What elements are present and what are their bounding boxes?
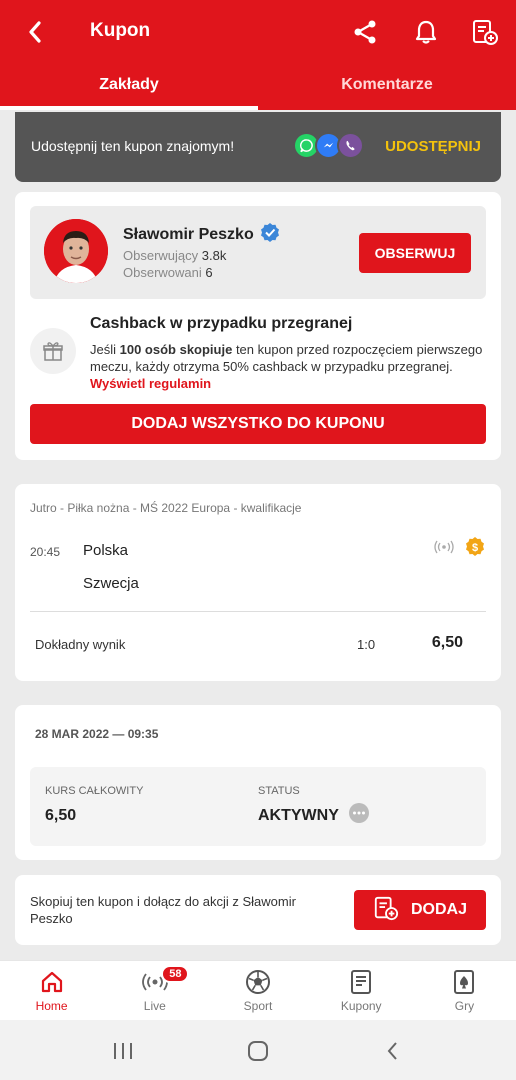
following-value: 6 — [205, 265, 213, 280]
tab-comments[interactable]: Komentarze — [258, 62, 516, 110]
status-label: STATUS — [258, 785, 300, 797]
cashback-text: Jeśli 100 osób skopiuje ten kupon przed … — [90, 341, 490, 392]
bonus-coin-icon: $ — [464, 536, 486, 563]
svg-text:$: $ — [472, 542, 478, 554]
event-header: Jutro - Piłka nożna - MŚ 2022 Europa - k… — [30, 501, 302, 515]
nav-live-label: Live — [143, 999, 166, 1013]
app-header: Kupon Zakłady Komentarze — [0, 0, 516, 110]
avatar[interactable] — [44, 219, 108, 283]
total-odds-label: KURS CAŁKOWITY — [45, 785, 144, 797]
add-all-button[interactable]: DODAJ WSZYSTKO DO KUPONU — [30, 404, 486, 444]
verified-icon — [260, 222, 280, 247]
selection: 1:0 — [357, 637, 376, 652]
soccer-ball-icon — [243, 968, 273, 996]
copy-text: Skopiuj ten kupon i dołącz do akcji z Sł… — [30, 894, 296, 926]
recent-apps-icon[interactable] — [108, 1036, 138, 1066]
cashback-title: Cashback w przypadku przegranej — [90, 315, 353, 332]
divider — [30, 611, 486, 612]
add-coupon-label: DODAJ — [410, 901, 467, 918]
share-apps — [293, 132, 364, 159]
following-stat: Obserwowani 6 — [123, 265, 213, 280]
nav-coupons-label: Kupony — [340, 999, 382, 1013]
more-icon[interactable] — [348, 803, 369, 828]
odds-value: 6,50 — [431, 634, 463, 651]
cashback-text-bold: 100 osób skopiuje — [119, 342, 233, 357]
followers-value: 3.8k — [201, 248, 227, 263]
nav-sport[interactable]: Sport — [206, 961, 309, 1020]
follow-button[interactable]: OBSERWUJ — [359, 233, 471, 273]
share-icon[interactable] — [350, 16, 380, 48]
home-button-icon[interactable] — [243, 1036, 273, 1066]
nav-games-label: Gry — [454, 999, 475, 1013]
nav-home[interactable]: Home — [0, 961, 103, 1020]
coupon-summary: KURS CAŁKOWITY 6,50 STATUS AKTYWNY — [30, 767, 486, 846]
status-value: AKTYWNY — [258, 806, 339, 824]
nav-sport-label: Sport — [243, 999, 273, 1013]
back-icon[interactable] — [22, 16, 48, 48]
bell-icon[interactable] — [411, 16, 441, 48]
nav-live[interactable]: 58 Live — [103, 961, 206, 1020]
status: AKTYWNY — [258, 803, 369, 828]
home-icon — [37, 968, 67, 996]
followers-label: Obserwujący — [123, 248, 199, 263]
share-text: Udostępnij ten kupon znajomym! — [31, 138, 235, 154]
coupon-date: 28 MAR 2022 — 09:35 — [35, 727, 159, 741]
system-back-icon[interactable] — [378, 1036, 408, 1066]
nav-games[interactable]: Gry — [413, 961, 516, 1020]
live-stream-icon — [434, 540, 454, 559]
event-icons: $ — [434, 536, 486, 563]
cashback-text-1: Jeśli — [90, 342, 120, 357]
followers-stat: Obserwujący 3.8k — [123, 248, 226, 263]
share-button[interactable]: UDOSTĘPNIJ — [385, 138, 481, 155]
home-team[interactable]: Polska — [83, 542, 128, 559]
tab-bar: Zakłady Komentarze — [0, 62, 516, 110]
live-count-badge: 58 — [161, 965, 190, 983]
cards-icon — [449, 968, 479, 996]
page-title: Kupon — [90, 20, 151, 41]
tipster-name[interactable]: Sławomir Peszko — [123, 222, 280, 247]
away-team[interactable]: Szwecja — [83, 575, 139, 592]
system-navigation-bar — [0, 1020, 516, 1080]
bottom-navigation: Home 58 Live Sport Kupony Gry — [0, 960, 516, 1020]
share-banner: Udostępnij ten kupon znajomym! UDOSTĘPNI… — [15, 112, 501, 182]
tab-bets[interactable]: Zakłady — [0, 62, 258, 110]
following-label: Obserwowani — [123, 265, 202, 280]
market-name: Dokładny wynik — [35, 637, 126, 652]
tipster-card: Sławomir Peszko Obserwujący 3.8k Obserwo… — [15, 192, 501, 460]
event-time: 20:45 — [30, 545, 61, 559]
coupon-icon — [346, 968, 376, 996]
event-card: Jutro - Piłka nożna - MŚ 2022 Europa - k… — [15, 484, 501, 681]
total-odds-value: 6,50 — [45, 807, 77, 824]
nav-coupons[interactable]: Kupony — [310, 961, 413, 1020]
add-coupon-button[interactable]: DODAJ — [354, 890, 486, 930]
copy-coupon-bar: Skopiuj ten kupon i dołącz do akcji z Sł… — [15, 875, 501, 945]
tipster-name-label: Sławomir Peszko — [123, 225, 254, 243]
terms-link[interactable]: Wyświetl regulamin — [90, 376, 211, 391]
viber-icon[interactable] — [337, 132, 364, 159]
coupon-add-icon — [373, 895, 399, 926]
summary-card: 28 MAR 2022 — 09:35 KURS CAŁKOWITY 6,50 … — [15, 705, 501, 860]
coupon-add-icon[interactable] — [470, 16, 500, 48]
nav-home-label: Home — [35, 999, 68, 1013]
gift-icon — [30, 328, 76, 374]
tipster-profile: Sławomir Peszko Obserwujący 3.8k Obserwo… — [30, 206, 486, 299]
